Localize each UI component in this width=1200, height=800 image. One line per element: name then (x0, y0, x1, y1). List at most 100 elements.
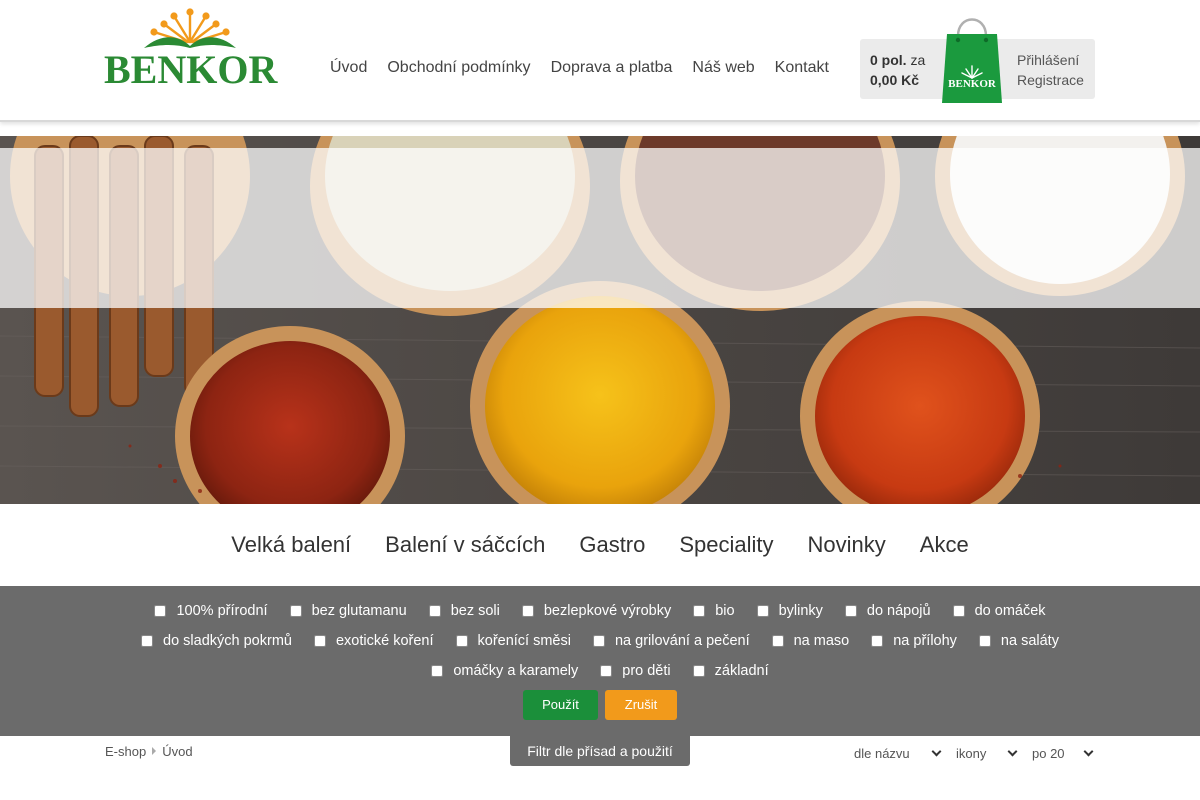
main-nav: Úvod Obchodní podmínky Doprava a platba … (320, 58, 839, 80)
bag-brand-label: BENKOR (948, 78, 996, 90)
nav-item-our-web[interactable]: Náš web (682, 58, 764, 80)
filter-label: pro děti (622, 663, 671, 679)
checkbox[interactable] (455, 635, 468, 647)
breadcrumb-separator-icon (152, 747, 157, 755)
filter-option[interactable]: bio (693, 602, 735, 620)
cart-total-price[interactable]: 0,00 Kč (870, 71, 919, 89)
filter-label: exotické koření (335, 633, 434, 649)
nav-item-shipping[interactable]: Doprava a platba (541, 58, 683, 80)
checkbox[interactable] (521, 605, 534, 617)
filter-label: bez soli (450, 603, 500, 619)
register-link[interactable]: Registrace (1017, 71, 1084, 89)
checkbox[interactable] (871, 635, 884, 647)
per-page-select[interactable]: po 20 (1024, 743, 1094, 763)
filter-option[interactable]: do sladkých pokrmů (141, 632, 292, 650)
benkor-logo[interactable]: BENKOR (104, 8, 278, 92)
category-nav: Velká balení Balení v sáčcích Gastro Spe… (0, 504, 1200, 586)
chevron-down-icon (1007, 746, 1018, 756)
apply-filter-button[interactable]: Použít (523, 690, 598, 720)
breadcrumb-current[interactable]: Úvod (162, 744, 192, 759)
filter-label: základní (714, 663, 769, 679)
filter-option[interactable]: kořenící směsi (455, 632, 571, 650)
chevron-down-icon (931, 746, 942, 756)
checkbox[interactable] (693, 605, 706, 617)
filter-option[interactable]: omáčky a karamely (431, 662, 578, 680)
filter-option[interactable]: na grilování a pečení (592, 632, 750, 650)
filter-option[interactable]: pro děti (600, 662, 671, 680)
filter-label: na grilování a pečení (614, 633, 750, 649)
category-news[interactable]: Novinky (791, 532, 903, 558)
filter-label: bio (715, 603, 735, 619)
checkbox[interactable] (756, 605, 769, 617)
cart-panel: 0 pol. za 0,00 Kč BENKOR Přihlášení Regi… (860, 18, 1095, 103)
hero-banner-spices (0, 136, 1200, 504)
checkbox[interactable] (592, 635, 605, 647)
view-select[interactable]: ikony (948, 743, 1018, 763)
filter-label: omáčky a karamely (453, 663, 579, 679)
filter-row: 100% přírodní bez glutamanu bez soli bez… (0, 602, 1200, 620)
filter-label: do nápojů (866, 603, 931, 619)
filter-option[interactable]: základní (692, 662, 769, 680)
filter-option[interactable]: na maso (771, 632, 850, 650)
cart-count-value: 0 pol. (870, 52, 907, 68)
filter-label: na přílohy (893, 633, 957, 649)
filter-label: do sladkých pokrmů (163, 633, 292, 649)
hero-overlay (0, 148, 1200, 308)
filter-label: bezlepkové výrobky (543, 603, 672, 619)
category-large-packs[interactable]: Velká balení (214, 532, 368, 558)
logo-wordmark: BENKOR (104, 47, 278, 92)
shopping-bag-icon[interactable]: BENKOR (941, 6, 1003, 104)
filter-label: bylinky (778, 603, 823, 619)
filter-option[interactable]: bezlepkové výrobky (521, 602, 672, 620)
category-gastro[interactable]: Gastro (562, 532, 662, 558)
filter-label: na saláty (1000, 633, 1059, 649)
site-header: BENKOR Úvod Obchodní podmínky Doprava a … (0, 0, 1200, 122)
category-bags[interactable]: Balení v sáčcích (368, 532, 562, 558)
nav-item-terms[interactable]: Obchodní podmínky (377, 58, 540, 80)
chevron-down-icon (1083, 746, 1094, 756)
view-select-value: ikony (956, 745, 987, 761)
checkbox[interactable] (600, 665, 613, 677)
filter-option[interactable]: do nápojů (844, 602, 931, 620)
filter-label: kořenící směsi (477, 633, 571, 649)
filter-label: na maso (793, 633, 850, 649)
per-page-select-value: po 20 (1032, 745, 1065, 761)
filter-toggle-tab[interactable]: Filtr dle přísad a použití (510, 736, 690, 766)
cart-item-count[interactable]: 0 pol. za (870, 51, 925, 69)
sort-select[interactable]: dle názvu (846, 743, 942, 763)
checkbox[interactable] (141, 635, 154, 647)
checkbox[interactable] (289, 605, 302, 617)
category-sale[interactable]: Akce (903, 532, 986, 558)
login-link[interactable]: Přihlášení (1017, 51, 1079, 69)
breadcrumb: E-shop Úvod (105, 742, 193, 760)
checkbox[interactable] (154, 605, 167, 617)
cart-count-suffix: za (906, 52, 926, 68)
filter-row: do sladkých pokrmů exotické koření kořen… (0, 632, 1200, 650)
filter-option[interactable]: do omáček (952, 602, 1046, 620)
checkbox[interactable] (771, 635, 784, 647)
cancel-filter-button[interactable]: Zrušit (605, 690, 677, 720)
filter-option[interactable]: bylinky (756, 602, 823, 620)
filter-option[interactable]: exotické koření (313, 632, 434, 650)
checkbox[interactable] (844, 605, 857, 617)
checkbox[interactable] (952, 605, 965, 617)
filter-option[interactable]: bez soli (428, 602, 500, 620)
sort-select-value: dle názvu (854, 745, 910, 761)
nav-item-home[interactable]: Úvod (320, 58, 377, 80)
nav-item-contact[interactable]: Kontakt (765, 58, 839, 80)
checkbox[interactable] (428, 605, 441, 617)
filter-row: omáčky a karamely pro děti základní (0, 662, 1200, 680)
filter-label: 100% přírodní (176, 603, 268, 619)
filter-option[interactable]: na saláty (978, 632, 1059, 650)
filter-label: do omáček (974, 603, 1046, 619)
filter-label: bez glutamanu (311, 603, 407, 619)
filter-option[interactable]: 100% přírodní (154, 602, 268, 620)
checkbox[interactable] (431, 665, 444, 677)
filter-option[interactable]: na přílohy (871, 632, 957, 650)
checkbox[interactable] (692, 665, 705, 677)
checkbox[interactable] (313, 635, 326, 647)
checkbox[interactable] (978, 635, 991, 647)
filter-option[interactable]: bez glutamanu (289, 602, 407, 620)
breadcrumb-root[interactable]: E-shop (105, 744, 146, 759)
category-specialities[interactable]: Speciality (662, 532, 790, 558)
